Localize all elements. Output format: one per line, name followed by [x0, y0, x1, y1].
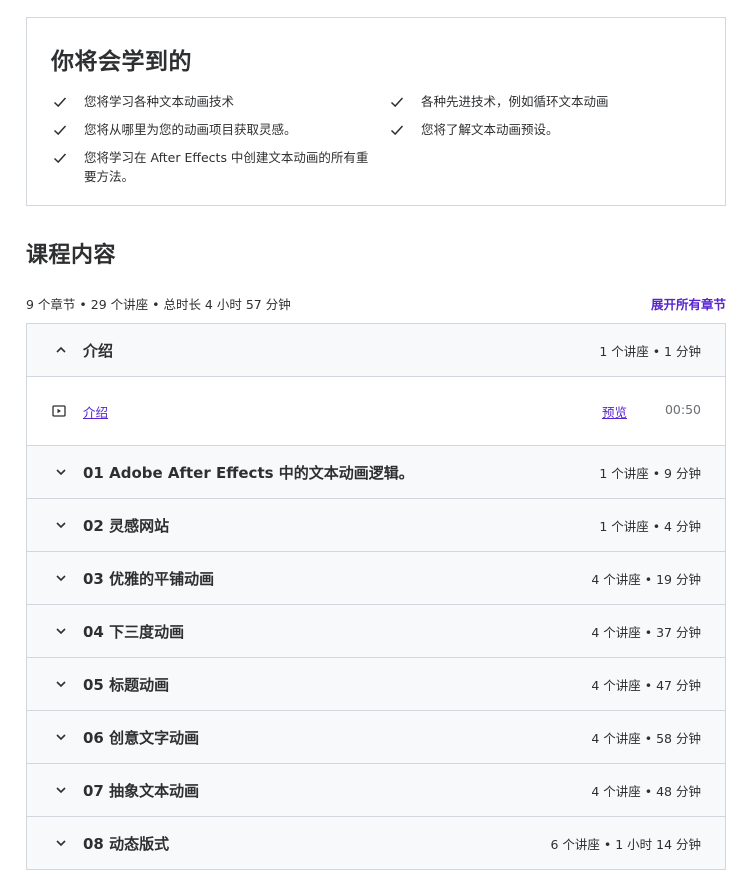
check-icon [390, 95, 404, 109]
section-header[interactable]: 介绍 1 个讲座 • 1 分钟 [27, 324, 725, 377]
section-header[interactable]: 06 创意文字动画 4 个讲座 • 58 分钟 [27, 711, 725, 764]
learn-item-text: 您将学习在 After Effects 中创建文本动画的所有重要方法。 [84, 150, 369, 184]
course-content-title: 课程内容 [26, 243, 117, 268]
section-title: 01 Adobe After Effects 中的文本动画逻辑。 [83, 463, 414, 482]
learn-item: 您将学习各种文本动画技术 [53, 92, 373, 111]
learn-item: 您将了解文本动画预设。 [390, 120, 710, 139]
section-header[interactable]: 02 灵感网站 1 个讲座 • 4 分钟 [27, 499, 725, 552]
learn-list-right: 各种先进技术，例如循环文本动画 您将了解文本动画预设。 [390, 92, 710, 148]
check-icon [53, 151, 67, 165]
chevron-down-icon [55, 784, 67, 796]
chevron-down-icon [55, 731, 67, 743]
section-meta: 1 个讲座 • 9 分钟 [599, 465, 701, 481]
section-meta: 4 个讲座 • 19 分钟 [591, 571, 701, 587]
section-header[interactable]: 07 抽象文本动画 4 个讲座 • 48 分钟 [27, 764, 725, 817]
learn-title: 你将会学到的 [51, 49, 192, 75]
check-icon [53, 123, 67, 137]
section-header[interactable]: 05 标题动画 4 个讲座 • 47 分钟 [27, 658, 725, 711]
lecture-title-link[interactable]: 介绍 [83, 402, 108, 421]
section-meta: 4 个讲座 • 47 分钟 [591, 677, 701, 693]
section-title: 06 创意文字动画 [83, 728, 200, 747]
section-meta: 6 个讲座 • 1 小时 14 分钟 [550, 836, 701, 852]
lecture-duration: 00:50 [664, 402, 701, 417]
section-header[interactable]: 04 下三度动画 4 个讲座 • 37 分钟 [27, 605, 725, 658]
section-title: 介绍 [83, 341, 114, 360]
curriculum-list: 介绍 1 个讲座 • 1 分钟 介绍 预览 00:50 01 Adobe Aft… [26, 323, 726, 870]
chevron-down-icon [55, 625, 67, 637]
learn-item: 各种先进技术，例如循环文本动画 [390, 92, 710, 111]
learn-item-text: 您将从哪里为您的动画项目获取灵感。 [84, 122, 297, 137]
section-header[interactable]: 03 优雅的平铺动画 4 个讲座 • 19 分钟 [27, 552, 725, 605]
chevron-down-icon [55, 678, 67, 690]
section-header[interactable]: 01 Adobe After Effects 中的文本动画逻辑。 1 个讲座 •… [27, 446, 725, 499]
learn-item-text: 您将学习各种文本动画技术 [84, 94, 235, 109]
section-title: 07 抽象文本动画 [83, 781, 200, 800]
chevron-down-icon [55, 466, 67, 478]
learn-list-left: 您将学习各种文本动画技术 您将从哪里为您的动画项目获取灵感。 您将学习在 Aft… [53, 92, 373, 195]
what-you-will-learn-box: 你将会学到的 您将学习各种文本动画技术 您将从哪里为您的动画项目获取灵感。 您将… [26, 17, 726, 206]
lecture-row: 介绍 预览 00:50 [27, 377, 725, 446]
learn-item: 您将学习在 After Effects 中创建文本动画的所有重要方法。 [53, 148, 373, 186]
check-icon [390, 123, 404, 137]
check-icon [53, 95, 67, 109]
section-meta: 1 个讲座 • 4 分钟 [599, 518, 701, 534]
section-header[interactable]: 08 动态版式 6 个讲座 • 1 小时 14 分钟 [27, 817, 725, 870]
learn-item-text: 您将了解文本动画预设。 [421, 122, 559, 137]
chevron-down-icon [55, 837, 67, 849]
chevron-up-icon [55, 344, 67, 356]
learn-item: 您将从哪里为您的动画项目获取灵感。 [53, 120, 373, 139]
course-summary: 9 个章节 • 29 个讲座 • 总时长 4 小时 57 分钟 [26, 297, 291, 312]
chevron-down-icon [55, 572, 67, 584]
section-title: 02 灵感网站 [83, 516, 170, 535]
section-title: 05 标题动画 [83, 675, 170, 694]
section-title: 08 动态版式 [83, 834, 170, 853]
lecture-preview-link[interactable]: 预览 [602, 402, 627, 421]
video-play-icon [52, 404, 66, 418]
section-meta: 4 个讲座 • 48 分钟 [591, 783, 701, 799]
section-meta: 4 个讲座 • 37 分钟 [591, 624, 701, 640]
expand-all-sections-button[interactable]: 展开所有章节 [651, 294, 726, 313]
section-meta: 1 个讲座 • 1 分钟 [599, 343, 701, 359]
learn-item-text: 各种先进技术，例如循环文本动画 [421, 94, 609, 109]
chevron-down-icon [55, 519, 67, 531]
section-meta: 4 个讲座 • 58 分钟 [591, 730, 701, 746]
section-title: 03 优雅的平铺动画 [83, 569, 215, 588]
section-title: 04 下三度动画 [83, 622, 185, 641]
